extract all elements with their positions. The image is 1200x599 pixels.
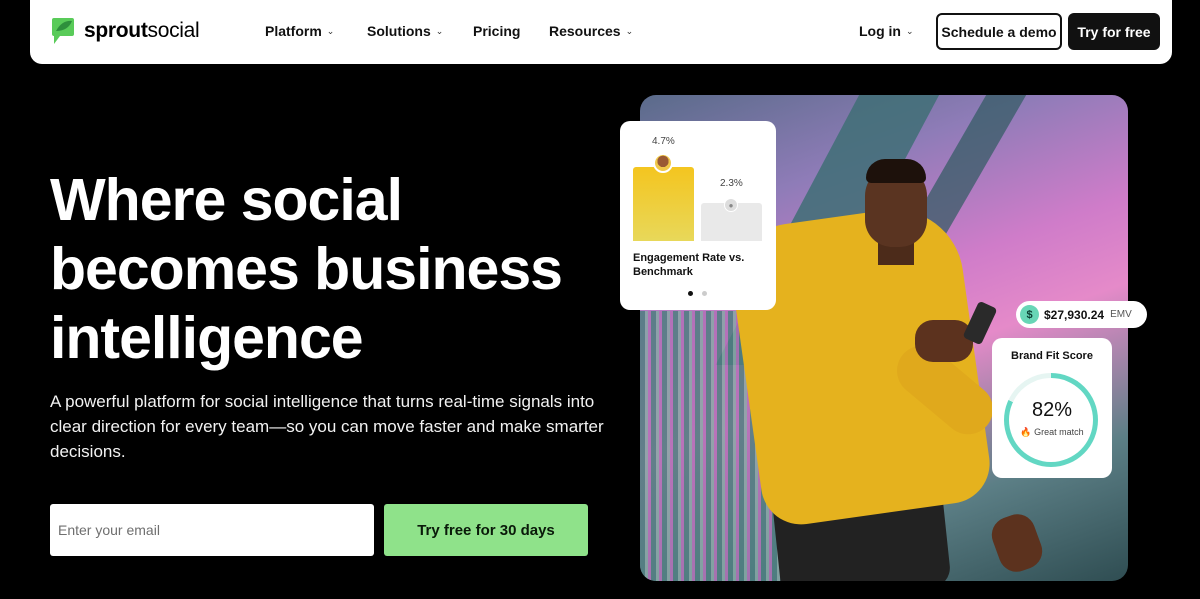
sprout-leaf-icon [52, 18, 74, 44]
login-link[interactable]: Log in ⌄ [859, 23, 914, 39]
nav-item-solutions[interactable]: Solutions ⌄ [367, 23, 473, 39]
emv-suffix: EMV [1110, 309, 1132, 320]
brand-fit-title: Brand Fit Score [1011, 350, 1093, 362]
avatar [653, 153, 673, 173]
try-free-30-days-button[interactable]: Try free for 30 days [384, 504, 588, 556]
brand-fit-subtitle: 🔥 Great match [992, 427, 1112, 438]
emv-value: $27,930.24 [1044, 307, 1105, 322]
carousel-dot[interactable] [702, 291, 707, 296]
nav-item-label: Solutions [367, 23, 431, 39]
nav-item-label: Platform [265, 23, 322, 39]
engagement-card-label: Engagement Rate vs. Benchmark [633, 252, 745, 278]
brand-fit-value: 82% [1031, 399, 1073, 421]
chevron-down-icon: ⌄ [326, 25, 335, 36]
person-hand [986, 509, 1048, 577]
top-navbar: sproutsocial Platform ⌄ Solutions ⌄ Pric… [30, 0, 1172, 64]
schedule-demo-button[interactable]: Schedule a demo [936, 13, 1062, 50]
fire-icon: 🔥 [1020, 427, 1032, 437]
engagement-value-b: 2.3% [720, 178, 743, 189]
carousel-dot-active[interactable] [688, 291, 693, 296]
hero-title: Where social becomes business intelligen… [50, 167, 563, 371]
nav-item-pricing[interactable]: Pricing [473, 23, 549, 39]
nav-item-resources[interactable]: Resources ⌄ [549, 23, 633, 39]
try-for-free-button[interactable]: Try for free [1068, 13, 1160, 50]
hero-subtitle: A powerful platform for social intellige… [50, 392, 604, 461]
person-hand [915, 320, 973, 362]
chevron-down-icon: ⌄ [435, 25, 444, 36]
brand-fit-sub-label: Great match [1034, 427, 1084, 437]
nav-menu: Platform ⌄ Solutions ⌄ Pricing Resources… [265, 23, 633, 39]
brand-fit-card: Brand Fit Score 82% 🔥 Great match [992, 338, 1112, 478]
nav-item-label: Resources [549, 23, 621, 39]
login-label: Log in [859, 23, 901, 39]
engagement-bar-a [633, 167, 694, 241]
chevron-down-icon: ⌄ [906, 25, 914, 36]
engagement-value-a: 4.7% [652, 136, 675, 147]
engagement-rate-card: 4.7% 2.3% ● Engagement Rate vs. Benchmar… [620, 121, 776, 310]
email-input[interactable] [50, 504, 374, 556]
person-hair [866, 159, 926, 183]
emv-badge: $ $27,930.24 EMV [1016, 301, 1147, 328]
nav-item-label: Pricing [473, 23, 521, 39]
logo-wordmark: sproutsocial [84, 19, 200, 42]
chevron-down-icon: ⌄ [625, 25, 634, 36]
nav-item-platform[interactable]: Platform ⌄ [265, 23, 367, 39]
sprout-social-logo[interactable]: sproutsocial [50, 16, 200, 46]
dollar-icon: $ [1020, 305, 1039, 324]
group-icon: ● [724, 198, 738, 212]
